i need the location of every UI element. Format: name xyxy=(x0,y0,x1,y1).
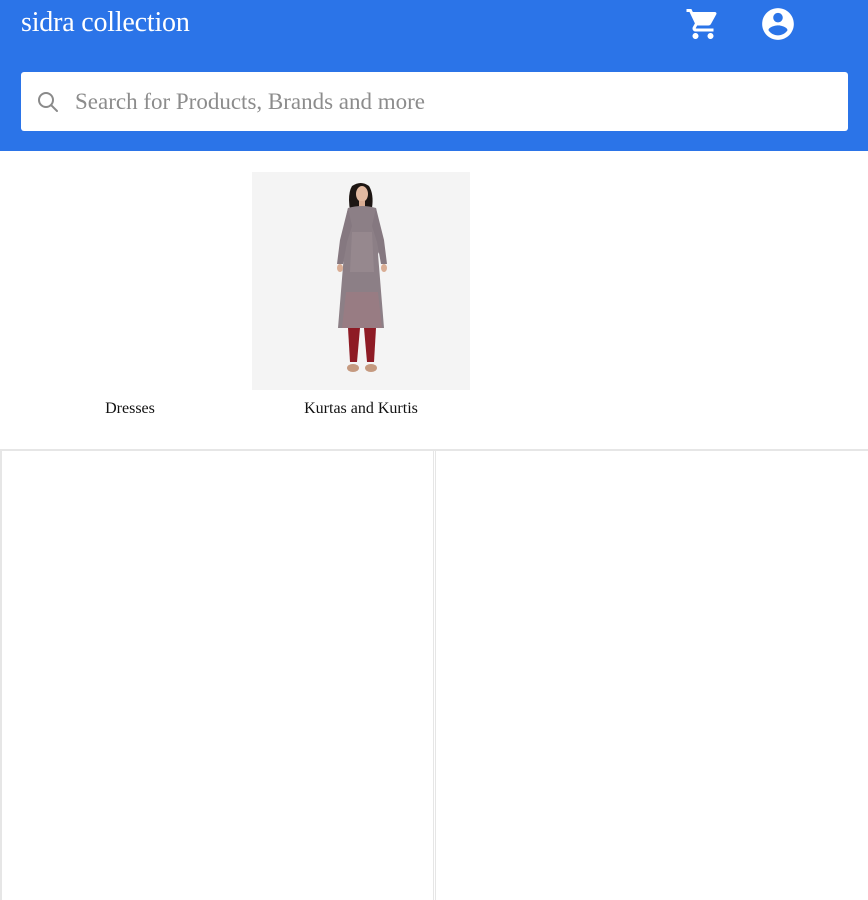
app-header: sidra collection xyxy=(0,0,868,151)
kurta-model-image xyxy=(252,172,470,390)
cart-button[interactable] xyxy=(684,5,722,43)
account-circle-icon xyxy=(762,8,794,40)
account-button[interactable] xyxy=(759,5,797,43)
product-card-placeholder-left[interactable] xyxy=(0,451,434,900)
search-icon xyxy=(35,89,61,115)
search-input[interactable] xyxy=(75,72,848,131)
app-title[interactable]: sidra collection xyxy=(21,6,190,40)
search-bar[interactable] xyxy=(21,72,848,131)
category-label: Dresses xyxy=(105,400,155,417)
category-strip: Dresses Kurtas and Kurtis xyxy=(0,151,868,449)
category-label: Kurtas and Kurtis xyxy=(304,400,418,417)
category-image xyxy=(21,172,239,390)
product-card-placeholder-right[interactable] xyxy=(435,451,868,900)
category-dresses[interactable]: Dresses xyxy=(21,172,239,419)
cart-icon xyxy=(686,9,717,39)
category-kurtas-and-kurtis[interactable]: Kurtas and Kurtis xyxy=(252,172,470,419)
category-image xyxy=(252,172,470,390)
